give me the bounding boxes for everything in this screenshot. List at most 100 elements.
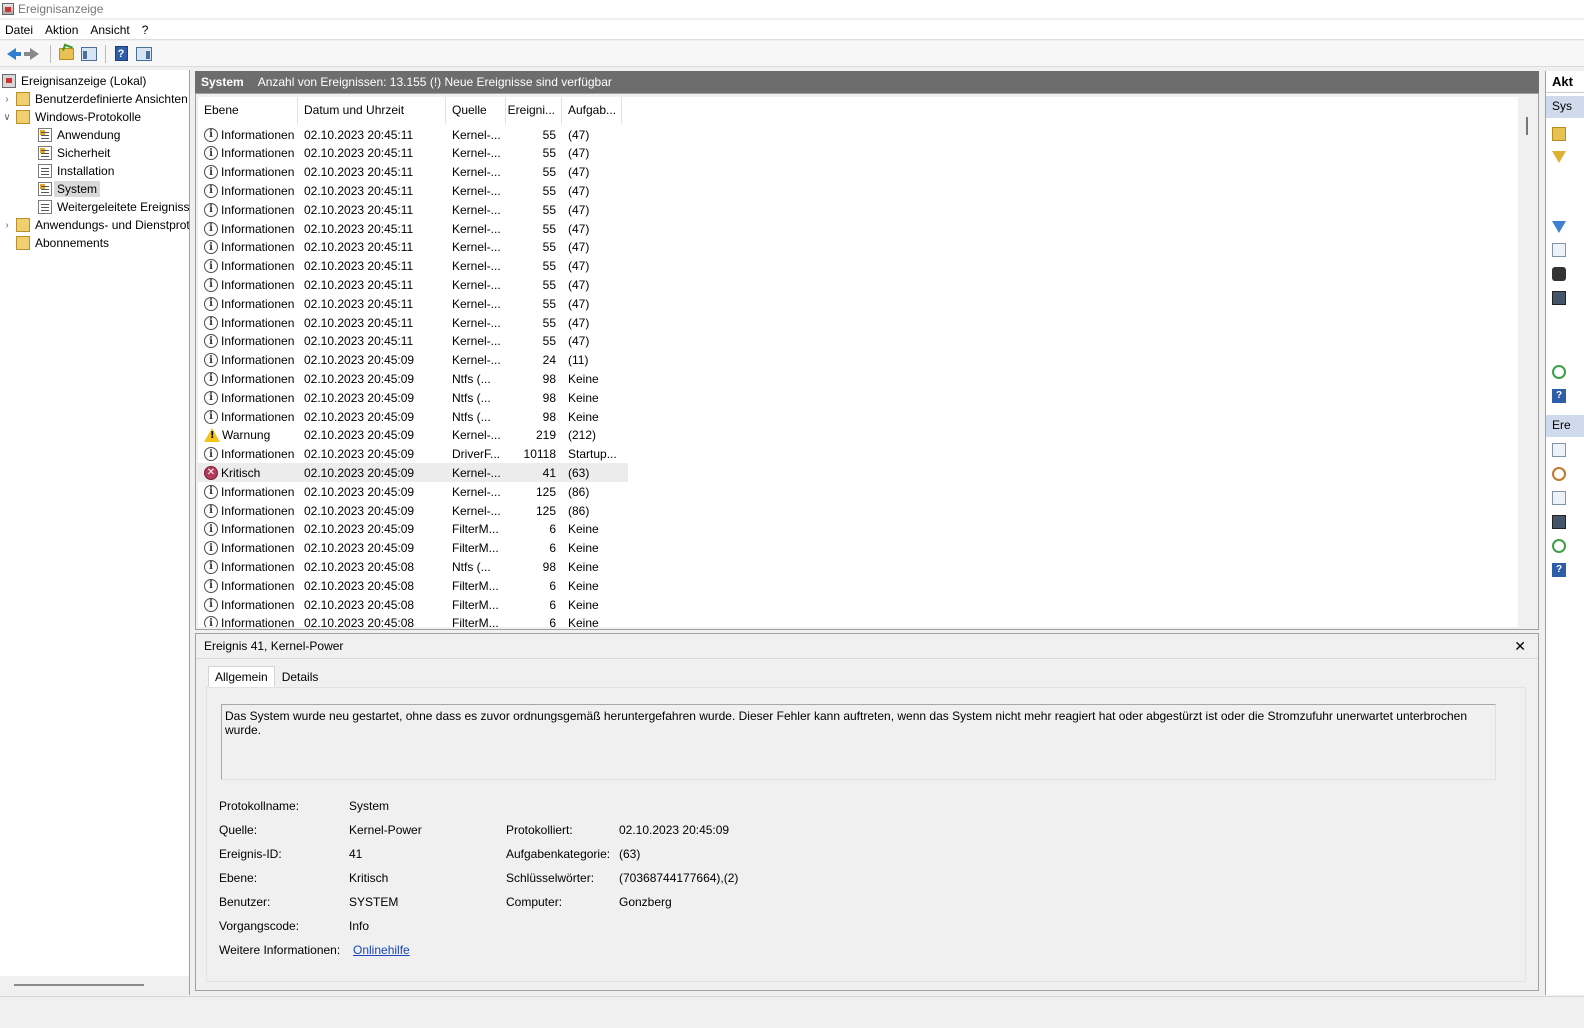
- cell-source: FilterM...: [452, 578, 499, 593]
- create-view-icon[interactable]: [1552, 151, 1566, 163]
- event-properties-icon[interactable]: [1552, 443, 1566, 457]
- table-row[interactable]: i Informationen 02.10.2023 20:45:09 Kernel-…: [198, 501, 628, 520]
- help-button[interactable]: ?: [112, 45, 130, 63]
- table-row[interactable]: i Informationen 02.10.2023 20:45:08 Ntfs (.…: [198, 557, 628, 576]
- column-header-event-id[interactable]: Ereigni...: [506, 97, 562, 124]
- tree-item-anwendung[interactable]: Anwendung: [38, 126, 120, 144]
- title-bar: Ereignisanzeige: [0, 0, 1584, 18]
- show-hide-tree-button[interactable]: [80, 45, 98, 63]
- table-row[interactable]: i Informationen 02.10.2023 20:45:09 Kernel-…: [198, 351, 628, 370]
- info-icon: i: [204, 165, 218, 180]
- refresh-icon[interactable]: [1552, 365, 1566, 379]
- level-text: Informationen: [221, 296, 295, 311]
- filter-icon[interactable]: [1552, 221, 1566, 233]
- table-row[interactable]: i Informationen 02.10.2023 20:45:11 Kernel-…: [198, 125, 628, 144]
- table-row[interactable]: i Informationen 02.10.2023 20:45:09 Ntfs (.…: [198, 407, 628, 426]
- table-row[interactable]: i Informationen 02.10.2023 20:45:11 Kernel-…: [198, 238, 628, 257]
- tree-item-installation[interactable]: Installation: [38, 162, 114, 180]
- attach-task-icon[interactable]: [1552, 467, 1566, 481]
- level-text: Informationen: [221, 334, 295, 349]
- table-row[interactable]: i Informationen 02.10.2023 20:45:09 FilterM…: [198, 520, 628, 539]
- column-header-task[interactable]: Aufgab...: [562, 97, 622, 124]
- online-help-link[interactable]: Onlinehilfe: [353, 943, 410, 957]
- refresh-icon[interactable]: [1552, 539, 1566, 553]
- event-message[interactable]: Das System wurde neu gestartet, ohne das…: [221, 704, 1496, 780]
- open-log-icon[interactable]: [1552, 127, 1566, 141]
- tree-item-subscriptions[interactable]: Abonnements: [16, 234, 109, 252]
- info-icon: i: [204, 484, 218, 499]
- table-row[interactable]: i Informationen 02.10.2023 20:45:08 FilterM…: [198, 576, 628, 595]
- cell-date: 02.10.2023 20:45:11: [304, 146, 414, 161]
- column-header-date[interactable]: Datum und Uhrzeit: [298, 97, 446, 124]
- table-row[interactable]: i Informationen 02.10.2023 20:45:11 Kernel-…: [198, 257, 628, 276]
- help-icon[interactable]: ?: [1552, 389, 1566, 403]
- tree-item-app-services[interactable]: › Anwendungs- und Dienstprotokolle: [2, 216, 189, 234]
- tree-item-system[interactable]: System: [38, 180, 101, 198]
- table-row[interactable]: i Informationen 02.10.2023 20:45:08 FilterM…: [198, 595, 628, 614]
- tree-scroll-thumb[interactable]: [14, 984, 144, 986]
- save-icon[interactable]: [1552, 291, 1566, 305]
- cell-task: (47): [568, 221, 590, 236]
- tree-item-forwarded-events[interactable]: Weitergeleitete Ereignisse: [38, 198, 189, 216]
- table-row[interactable]: i Informationen 02.10.2023 20:45:11 Kernel-…: [198, 332, 628, 351]
- menu-aktion[interactable]: Aktion: [40, 23, 85, 37]
- table-row[interactable]: i Informationen 02.10.2023 20:45:11 Kernel-…: [198, 294, 628, 313]
- cell-date: 02.10.2023 20:45:11: [304, 334, 414, 349]
- column-header-source[interactable]: Quelle: [446, 97, 506, 124]
- collapse-chevron-icon[interactable]: ∨: [2, 112, 12, 123]
- cell-task: Keine: [568, 409, 599, 424]
- table-row[interactable]: i Informationen 02.10.2023 20:45:09 Kernel-…: [198, 482, 628, 501]
- info-icon: i: [204, 127, 218, 142]
- copy-icon[interactable]: [1552, 491, 1566, 505]
- table-row[interactable]: Warnung 02.10.2023 20:45:09 Kernel-... 219 (…: [198, 426, 628, 445]
- cell-date: 02.10.2023 20:45:11: [304, 296, 414, 311]
- back-button[interactable]: [2, 45, 21, 63]
- show-hide-action-pane-button[interactable]: [135, 45, 153, 63]
- cell-event-id: 55: [542, 127, 556, 142]
- tab-allgemein[interactable]: Allgemein: [208, 666, 275, 687]
- tree-item-windows-logs[interactable]: ∨ Windows-Protokolle: [2, 108, 141, 126]
- actions-section-event[interactable]: Ere: [1546, 415, 1584, 437]
- save-selected-icon[interactable]: [1552, 515, 1566, 529]
- table-row[interactable]: ✕ Kritisch 02.10.2023 20:45:09 Kernel-... 41…: [198, 463, 628, 483]
- table-row[interactable]: i Informationen 02.10.2023 20:45:11 Kernel-…: [198, 219, 628, 238]
- table-row[interactable]: i Informationen 02.10.2023 20:45:11 Kernel-…: [198, 200, 628, 219]
- scroll-thumb[interactable]: [1526, 117, 1528, 135]
- table-row[interactable]: i Informationen 02.10.2023 20:45:09 Ntfs (.…: [198, 369, 628, 388]
- table-row[interactable]: i Informationen 02.10.2023 20:45:11 Kernel-…: [198, 163, 628, 182]
- menu-datei[interactable]: Datei: [0, 23, 40, 37]
- tree-item-sicherheit[interactable]: Sicherheit: [38, 144, 110, 162]
- up-folder-button[interactable]: [57, 45, 75, 63]
- table-row[interactable]: i Informationen 02.10.2023 20:45:09 Ntfs (.…: [198, 388, 628, 407]
- task-category-label: Aufgabenkategorie:: [506, 847, 611, 861]
- warning-icon: [204, 428, 220, 443]
- column-header-level[interactable]: Ebene: [198, 97, 298, 124]
- tree-item-root[interactable]: Ereignisanzeige (Lokal): [2, 72, 146, 90]
- expand-chevron-icon[interactable]: ›: [2, 94, 12, 105]
- forward-button[interactable]: [23, 45, 43, 63]
- cell-source: Kernel-...: [452, 334, 501, 349]
- properties-icon[interactable]: [1552, 243, 1566, 257]
- cell-source: Ntfs (...: [452, 409, 491, 424]
- tab-details[interactable]: Details: [275, 666, 326, 687]
- menu-ansicht[interactable]: Ansicht: [85, 23, 136, 37]
- cell-source: Kernel-...: [452, 221, 501, 236]
- expand-chevron-icon[interactable]: ›: [2, 220, 12, 231]
- table-row[interactable]: i Informationen 02.10.2023 20:45:08 FilterM…: [198, 614, 628, 627]
- close-icon[interactable]: ✕: [1514, 638, 1526, 655]
- actions-section-system[interactable]: Sys: [1546, 96, 1584, 118]
- menu-help[interactable]: ?: [137, 23, 156, 37]
- table-row[interactable]: i Informationen 02.10.2023 20:45:09 DriverF…: [198, 445, 628, 464]
- table-row[interactable]: i Informationen 02.10.2023 20:45:09 FilterM…: [198, 539, 628, 558]
- table-row[interactable]: i Informationen 02.10.2023 20:45:11 Kernel-…: [198, 144, 628, 163]
- event-list-vertical-scrollbar[interactable]: [1520, 97, 1534, 627]
- help-icon[interactable]: ?: [1552, 563, 1566, 577]
- table-row[interactable]: i Informationen 02.10.2023 20:45:11 Kernel-…: [198, 181, 628, 200]
- find-binoculars-icon[interactable]: [1552, 267, 1566, 281]
- event-count-info: Anzahl von Ereignissen: 13.155 (!) Neue …: [257, 75, 612, 89]
- tree-item-custom-views[interactable]: › Benutzerdefinierte Ansichten: [2, 90, 188, 108]
- cell-event-id: 55: [542, 240, 556, 255]
- level-text: Informationen: [221, 353, 295, 368]
- table-row[interactable]: i Informationen 02.10.2023 20:45:11 Kernel-…: [198, 275, 628, 294]
- table-row[interactable]: i Informationen 02.10.2023 20:45:11 Kernel-…: [198, 313, 628, 332]
